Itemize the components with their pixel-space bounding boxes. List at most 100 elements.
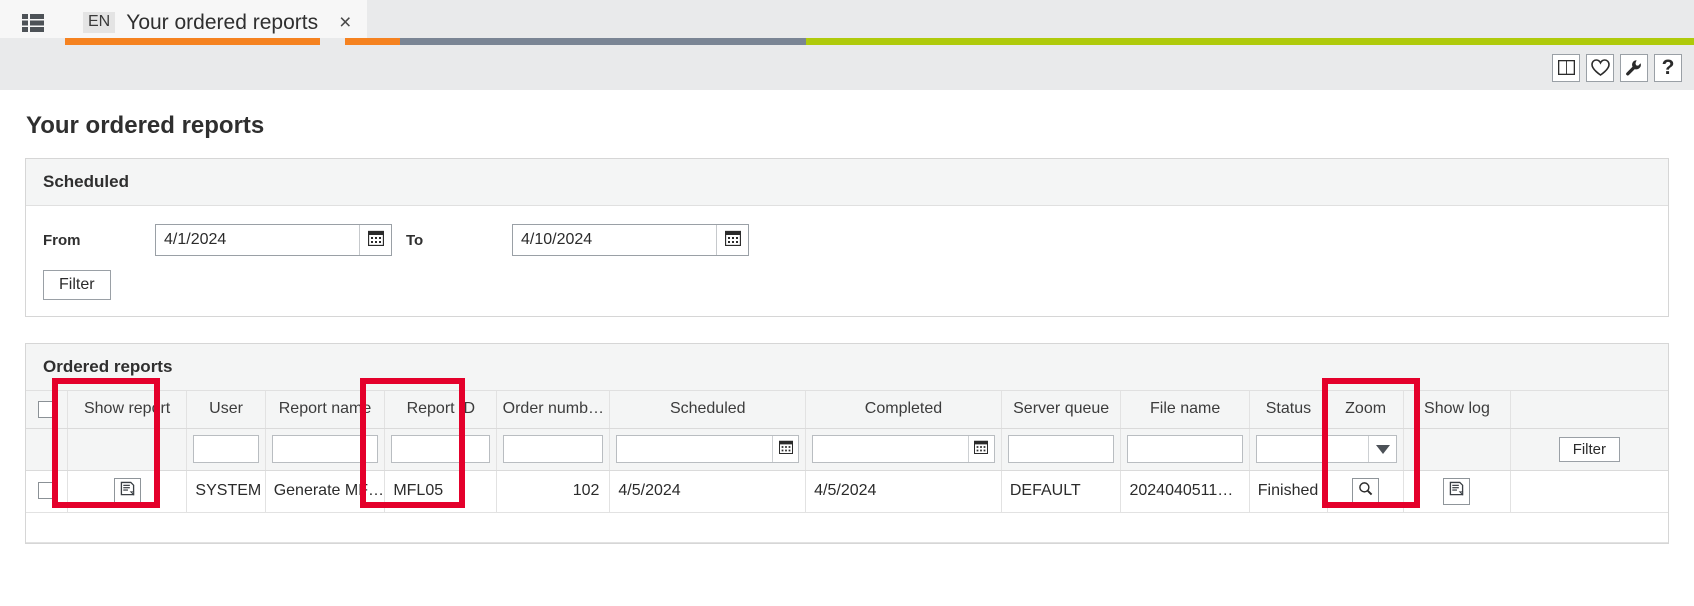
filter-scheduled-input[interactable] <box>617 436 773 462</box>
show-log-button[interactable] <box>1443 477 1471 505</box>
row-status-cell: Finished <box>1249 470 1329 513</box>
header-server-queue[interactable]: Server queue <box>1001 391 1122 429</box>
tab-bar: EN Your ordered reports × <box>0 0 1694 45</box>
filter-cell-server-queue[interactable] <box>1001 428 1122 471</box>
row-zoom-cell[interactable] <box>1327 470 1405 513</box>
to-calendar-button[interactable] <box>716 225 748 255</box>
filter-order-number-input[interactable] <box>503 435 604 463</box>
header-select[interactable] <box>26 391 68 429</box>
report-document-icon <box>120 481 135 501</box>
utility-toolbar: ? <box>0 45 1694 90</box>
page-title: Your ordered reports <box>26 112 265 139</box>
header-user[interactable]: User <box>186 391 266 429</box>
row-server-queue-cell: DEFAULT <box>1001 470 1122 513</box>
settings-button[interactable] <box>1620 53 1648 82</box>
header-show-log[interactable]: Show log <box>1403 391 1511 429</box>
row-select-cell[interactable] <box>26 470 68 513</box>
filter-cell-select <box>26 428 68 471</box>
header-scheduled[interactable]: Scheduled <box>609 391 807 429</box>
split-panel-icon <box>1557 60 1575 75</box>
favorite-heart-icon <box>1590 59 1610 76</box>
filter-cell-scheduled[interactable] <box>609 428 807 471</box>
close-icon[interactable]: × <box>339 12 351 33</box>
from-label: From <box>43 231 81 249</box>
scheduled-filter-button[interactable]: Filter <box>43 270 111 300</box>
filter-completed-field[interactable] <box>812 435 995 463</box>
filter-completed-input[interactable] <box>813 436 968 462</box>
row-report-id-cell: MFL05 <box>384 470 498 513</box>
header-show-report[interactable]: Show report <box>67 391 188 429</box>
scheduled-panel-heading: Scheduled <box>26 159 1668 206</box>
filter-cell-file-name[interactable] <box>1120 428 1250 471</box>
filter-user-input[interactable] <box>193 435 259 463</box>
table-empty-cell <box>26 512 1668 543</box>
tab-language-badge: EN <box>83 12 116 33</box>
filter-scheduled-field[interactable] <box>616 435 800 463</box>
row-file-name-cell: 2024040511… <box>1120 470 1250 513</box>
tab-title: Your ordered reports <box>126 10 319 34</box>
table-header-row: Show report User Report name Report ID O… <box>26 391 1668 429</box>
from-date-field[interactable] <box>155 224 392 256</box>
filter-file-name-input[interactable] <box>1127 435 1243 463</box>
hamburger-list-icon <box>21 13 44 32</box>
chevron-down-icon[interactable] <box>1368 436 1396 462</box>
filter-cell-status[interactable] <box>1249 428 1405 471</box>
row-actions-cell <box>1510 470 1668 513</box>
header-actions <box>1510 391 1668 429</box>
to-date-field[interactable] <box>512 224 749 256</box>
filter-server-queue-input[interactable] <box>1007 435 1115 463</box>
row-report-name-cell: Generate MF… <box>265 470 386 513</box>
filter-status-select[interactable] <box>1255 435 1398 463</box>
table-filter-button[interactable]: Filter <box>1558 436 1621 462</box>
zoom-button[interactable] <box>1352 477 1380 505</box>
filter-report-name-input[interactable] <box>271 435 379 463</box>
magnifier-icon <box>1358 481 1373 501</box>
help-button[interactable]: ? <box>1654 53 1682 82</box>
table-empty-row <box>26 512 1668 543</box>
table-filter-row: Filter <box>26 428 1668 471</box>
filter-cell-actions: Filter <box>1510 428 1668 471</box>
show-report-button[interactable] <box>113 477 141 505</box>
filter-completed-calendar-button[interactable] <box>967 436 994 462</box>
ordered-reports-table-wrap: Show report User Report name Report ID O… <box>26 391 1668 543</box>
filter-cell-report-name[interactable] <box>265 428 386 471</box>
to-date-input[interactable] <box>513 225 716 255</box>
select-all-checkbox[interactable] <box>37 400 55 418</box>
from-date-input[interactable] <box>156 225 359 255</box>
filter-scheduled-calendar-button[interactable] <box>772 436 798 462</box>
ordered-reports-heading: Ordered reports <box>26 344 1668 391</box>
calendar-icon <box>367 230 384 251</box>
scheduled-panel-body: From 4/1/2024 To 4/10/2024 Filter <box>26 206 1668 316</box>
filter-report-id-input[interactable] <box>391 435 491 463</box>
filter-cell-completed[interactable] <box>805 428 1002 471</box>
row-scheduled-cell: 4/5/2024 <box>609 470 807 513</box>
row-order-number-cell: 102 <box>496 470 611 513</box>
row-show-log-cell[interactable] <box>1403 470 1511 513</box>
header-file-name[interactable]: File name <box>1120 391 1250 429</box>
ordered-reports-panel: Ordered reports Show report User Report … <box>25 343 1669 544</box>
header-order-number[interactable]: Order numb… <box>496 391 611 429</box>
filter-cell-show-log <box>1403 428 1511 471</box>
header-completed[interactable]: Completed <box>805 391 1002 429</box>
header-zoom[interactable]: Zoom <box>1327 391 1405 429</box>
table-row[interactable]: SYSTEM Generate MF… MFL05 102 4/5/2024 4… <box>26 470 1668 513</box>
header-report-id[interactable]: Report ID <box>384 391 498 429</box>
favorite-button[interactable] <box>1586 53 1614 82</box>
header-status[interactable]: Status <box>1249 391 1329 429</box>
browser-tab[interactable]: EN Your ordered reports × <box>65 0 368 45</box>
main-menu-button[interactable] <box>0 0 65 45</box>
row-user-cell: SYSTEM <box>186 470 266 513</box>
from-calendar-button[interactable] <box>359 225 391 255</box>
filter-cell-order-number[interactable] <box>496 428 611 471</box>
calendar-icon <box>778 440 793 459</box>
accent-blue-gray <box>400 38 806 45</box>
split-panel-button[interactable] <box>1552 53 1580 82</box>
date-filter-row: From 4/1/2024 To 4/10/2024 <box>43 224 1651 256</box>
scheduled-panel: Scheduled From 4/1/2024 To 4/10/2024 Fil… <box>25 158 1669 317</box>
header-report-name[interactable]: Report name <box>265 391 386 429</box>
filter-cell-report-id[interactable] <box>384 428 498 471</box>
calendar-icon <box>724 230 741 251</box>
row-checkbox[interactable] <box>37 482 55 500</box>
filter-cell-user[interactable] <box>186 428 266 471</box>
row-show-report-cell[interactable] <box>67 470 188 513</box>
